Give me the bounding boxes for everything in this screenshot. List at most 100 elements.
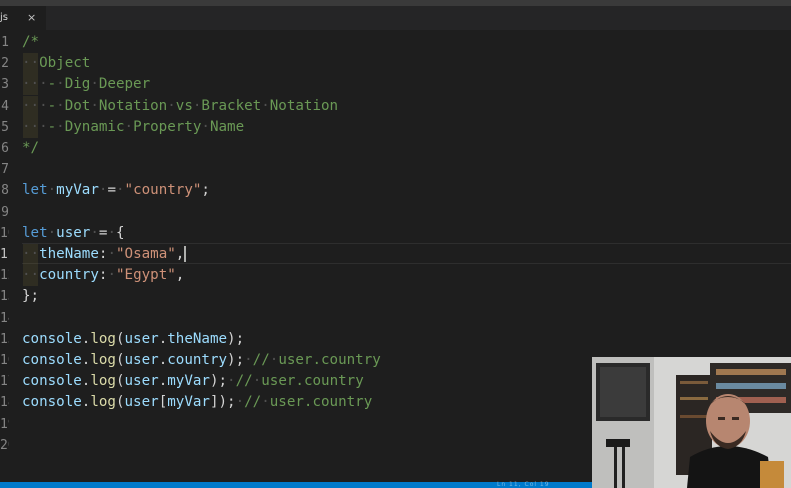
line-number: 11 (0, 247, 9, 262)
tab-file-name: js (0, 12, 8, 23)
status-cursor-position: Ln 11, Col 19 (497, 481, 550, 488)
code-token: // (235, 373, 253, 390)
webcam-person-image (592, 357, 791, 488)
close-icon[interactable]: × (27, 6, 36, 30)
code-token: · (90, 97, 99, 114)
code-token: // (244, 394, 262, 411)
line-number: 3 (1, 77, 9, 93)
code-token: . (158, 373, 168, 390)
code-token: · (107, 267, 116, 284)
code-token: · (235, 394, 245, 411)
code-token: vs (175, 97, 193, 114)
line-number: 20 (0, 437, 9, 453)
code-token: Dynamic (64, 118, 125, 135)
code-line[interactable]: ···-·Dot·Notation·vs·Bracket·Notation (22, 96, 338, 117)
code-line[interactable]: }; (22, 286, 39, 307)
code-token: myVar (167, 373, 210, 390)
code-token: log (90, 394, 116, 411)
code-token: Notation (98, 97, 168, 114)
code-token: , (175, 246, 187, 262)
code-token: · (124, 118, 134, 135)
line-number: 16 (0, 353, 9, 368)
code-token: . (158, 352, 168, 368)
line-number: 1 (1, 35, 9, 50)
code-token: · (90, 224, 99, 241)
code-token: Dig (64, 76, 91, 93)
code-token: /* (22, 34, 40, 50)
code-line[interactable]: console.log(user.country);·//·user.count… (22, 350, 381, 371)
code-token: console (22, 373, 82, 390)
line-number-gutter: 1234567891011121314151617181920 (0, 30, 12, 482)
code-token: "country" (124, 182, 202, 199)
code-token: log (90, 352, 116, 368)
code-token: let (22, 182, 48, 199)
code-token: theName (39, 246, 99, 262)
line-number: 6 (1, 141, 9, 156)
code-token: { (115, 224, 125, 241)
code-token: // (252, 352, 270, 368)
code-token: ); (227, 352, 245, 368)
tab-bar: js × (0, 6, 791, 30)
code-line[interactable]: ··Object (22, 53, 90, 74)
line-number: 19 (0, 416, 9, 432)
code-token: · (47, 182, 57, 199)
code-token: console (22, 352, 82, 368)
code-token: · (227, 373, 236, 390)
code-token: console (22, 330, 82, 347)
code-token: = (107, 182, 116, 199)
code-line[interactable]: ··theName:·"Osama", (22, 244, 187, 265)
code-token: log (90, 373, 116, 390)
code-token: myVar (167, 394, 210, 411)
code-token: · (107, 224, 116, 241)
code-token: - (47, 118, 57, 135)
code-token: ··· (22, 118, 48, 135)
code-token: · (261, 97, 270, 114)
code-line[interactable]: console.log(user.theName); (22, 329, 244, 350)
code-token: Name (209, 118, 245, 135)
code-token: · (47, 224, 57, 241)
code-token: user.country (261, 373, 364, 390)
code-token: Object (39, 55, 91, 72)
code-token: · (56, 97, 65, 114)
code-line[interactable]: let·user·=·{ (22, 223, 125, 244)
code-token: user (124, 373, 159, 390)
code-token: · (244, 352, 253, 368)
line-number: 7 (1, 162, 9, 178)
line-number: 12 (0, 268, 9, 284)
code-line[interactable]: console.log(user[myVar]);·//·user.countr… (22, 392, 372, 413)
code-token: , (175, 267, 185, 284)
line-number: 5 (1, 119, 9, 135)
code-token: user.country (269, 394, 373, 411)
line-number: 2 (1, 56, 9, 72)
code-line[interactable]: ···-·Dynamic·Property·Name (22, 117, 244, 138)
line-number: 18 (0, 395, 9, 411)
code-token: · (261, 394, 270, 411)
code-token: ]); (209, 394, 236, 411)
code-token: ( (115, 394, 125, 411)
code-token: · (167, 97, 176, 114)
code-token: ··· (22, 76, 48, 93)
code-token: ); (209, 373, 228, 390)
code-token: Notation (269, 97, 339, 114)
code-line[interactable]: let·myVar·=·"country"; (22, 180, 210, 201)
code-token: - (47, 76, 57, 93)
code-token: user (56, 224, 91, 241)
code-token: log (90, 330, 116, 347)
code-token: ··· (22, 97, 48, 114)
line-number: 8 (1, 183, 9, 199)
code-token: Dot (64, 97, 91, 114)
code-line[interactable]: /* (22, 32, 39, 53)
code-token: "Osama" (115, 246, 176, 262)
code-line[interactable]: ··country:·"Egypt", (22, 265, 184, 286)
code-line[interactable]: console.log(user.myVar);·//·user.country (22, 371, 364, 392)
line-number: 15 (0, 331, 9, 347)
code-token: myVar (56, 182, 99, 199)
code-token: Deeper (98, 76, 151, 93)
code-token: user (124, 394, 159, 411)
code-token: console (22, 394, 82, 411)
code-token: · (115, 182, 125, 199)
code-token: - (47, 97, 57, 114)
code-line[interactable]: */ (22, 138, 39, 159)
tab-active-file[interactable]: js × (0, 6, 46, 30)
code-line[interactable]: ···-·Dig·Deeper (22, 74, 150, 95)
